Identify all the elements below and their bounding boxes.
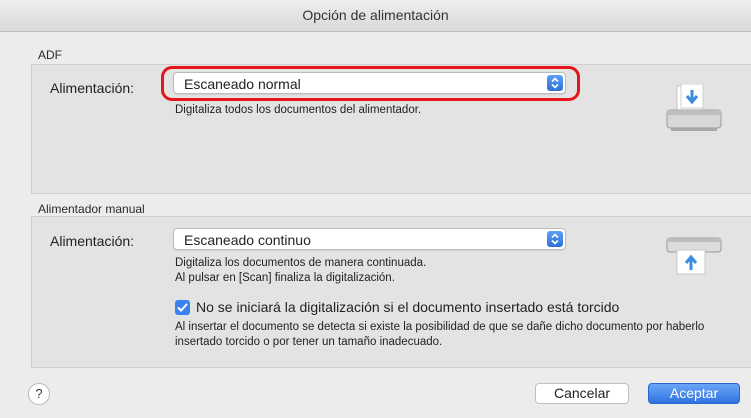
skew-detection-note-line1: Al insertar el documento se detecta si e… [175,321,705,333]
adf-description: Digitaliza todos los documentos del alim… [175,104,422,116]
manual-feed-value: Escaneado continuo [184,232,311,248]
manual-feed-select[interactable]: Escaneado continuo [173,228,566,250]
scanner-adf-icon [665,83,725,139]
skew-detection-label[interactable]: No se iniciará la digitalización si el d… [196,299,619,315]
scanner-manual-icon [665,234,725,281]
skew-detection-checkbox[interactable] [175,300,190,315]
window-title: Opción de alimentación [0,0,751,32]
manual-description-line1: Digitaliza los documentos de manera cont… [175,257,427,269]
adf-feed-highlight [161,66,580,101]
manual-description: Digitaliza los documentos de manera cont… [175,256,426,286]
manual-description-line2: Al pulsar en [Scan] finaliza la digitali… [175,272,395,284]
manual-group-label: Alimentador manual [38,202,145,216]
help-button[interactable]: ? [28,383,50,405]
skew-detection-note: Al insertar el documento se detecta si e… [175,320,704,350]
ok-button[interactable]: Aceptar [648,383,740,404]
cancel-button[interactable]: Cancelar [535,383,629,404]
chevron-updown-icon [547,231,563,247]
adf-feed-label: Alimentación: [50,80,135,96]
adf-group-label: ADF [38,48,62,62]
manual-feed-label: Alimentación: [50,233,135,249]
skew-detection-note-line2: insertado torcido o por tener un tamaño … [175,336,443,348]
